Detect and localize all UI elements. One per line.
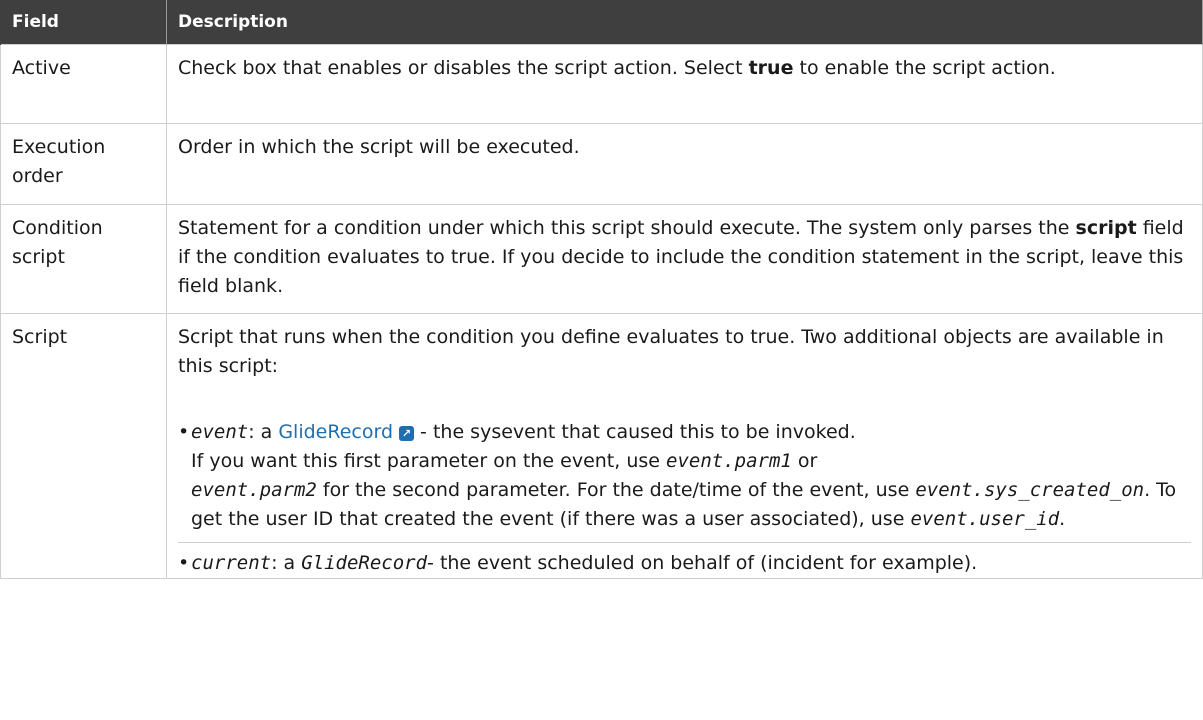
code-term: GlideRecord (301, 552, 428, 574)
description-cell: Script that runs when the condition you … (166, 313, 1203, 579)
text-segment: - the sysevent that caused this to be in… (414, 421, 856, 443)
field-cell: Active (0, 44, 167, 124)
code-term: event.parm1 (666, 450, 792, 472)
external-link-icon[interactable]: ↗ (399, 426, 415, 441)
table-row: Execution order Order in which the script… (0, 123, 1203, 205)
script-intro: Script that runs when the condition you … (178, 326, 1164, 377)
code-term: event.parm2 (191, 479, 317, 501)
text-segment: : a (271, 552, 302, 574)
list-item-current: current: a GlideRecord- the event schedu… (178, 549, 1191, 578)
description-cell: Statement for a condition under which th… (166, 204, 1203, 314)
text-segment: . (1059, 508, 1066, 530)
code-term: event.user_id (910, 508, 1060, 530)
gliderecord-link[interactable]: GlideRecord (278, 421, 393, 443)
text-segment: - the event scheduled on behalf of (inci… (427, 552, 978, 574)
text-segment: : a (248, 421, 279, 443)
table-row: Condition script Statement for a conditio… (0, 204, 1203, 314)
object-list: event: a GlideRecord↗ - the sysevent tha… (178, 418, 1191, 578)
field-line: script (12, 246, 65, 268)
field-line: Condition (12, 217, 103, 239)
table-header-row: Field Description (0, 0, 1203, 45)
field-line: Execution (12, 136, 106, 158)
table-row: Active Check box that enables or disable… (0, 44, 1203, 124)
text-segment: to enable the script action. (793, 57, 1056, 79)
table-row: Script Script that runs when the conditi… (0, 313, 1203, 579)
field-cell: Condition script (0, 204, 167, 314)
description-cell: Order in which the script will be execut… (166, 123, 1203, 205)
text-segment: Check box that enables or disables the s… (178, 57, 749, 79)
field-cell: Script (0, 313, 167, 579)
code-term: event (191, 421, 249, 443)
column-header-field: Field (0, 0, 167, 45)
text-segment: or (791, 450, 818, 472)
text-segment: Statement for a condition under which th… (178, 217, 1076, 239)
code-term: event.sys_created_on (915, 479, 1145, 501)
field-cell: Execution order (0, 123, 167, 205)
bold-term: true (748, 57, 794, 79)
description-cell: Check box that enables or disables the s… (166, 44, 1203, 124)
bold-term: script (1075, 217, 1137, 239)
field-description-table: Field Description Active Check box that … (0, 0, 1203, 579)
field-line: order (12, 165, 63, 187)
divider (178, 542, 1191, 543)
list-item-event: event: a GlideRecord ↗ - the sysevent tha… (178, 418, 1191, 534)
code-term: current (191, 552, 272, 574)
column-header-description: Description (166, 0, 1203, 45)
text-segment: for the second parameter. For the date/t… (316, 479, 916, 501)
text-segment: If you want this first parameter on the … (191, 450, 667, 472)
